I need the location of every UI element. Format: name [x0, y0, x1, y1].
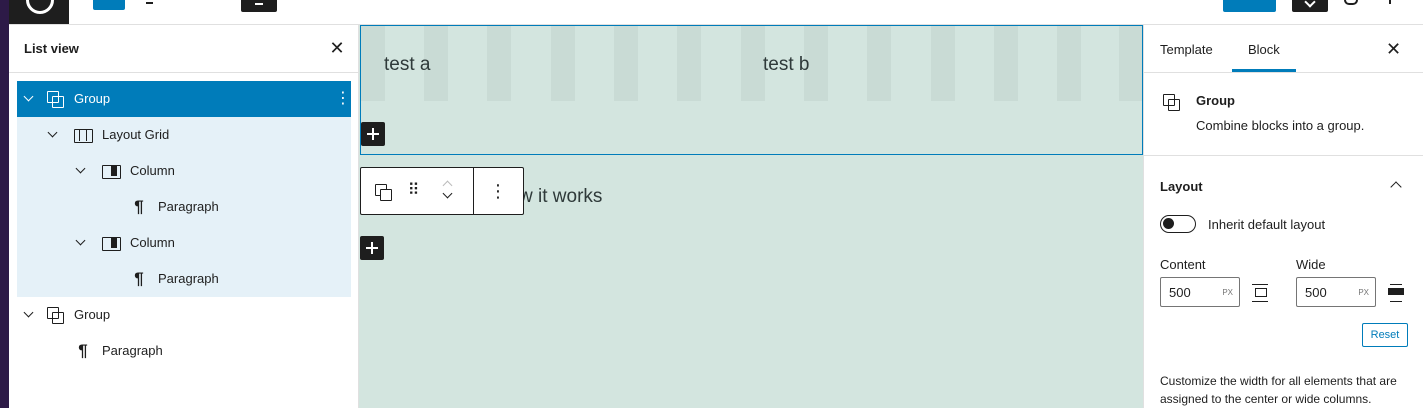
- editor-screen: List view ✕ Group ⋮ Layout Grid Column ¶: [0, 0, 1423, 408]
- layout-grid-overlay: [361, 26, 1142, 101]
- more-options-icon[interactable]: ⋮: [335, 90, 351, 108]
- chevron-up-icon[interactable]: [1390, 181, 1402, 193]
- save-button[interactable]: [1223, 0, 1276, 12]
- toolbar-divider: [473, 168, 474, 214]
- move-up-down-icon[interactable]: [436, 179, 460, 203]
- content-size-input[interactable]: 500 PX: [1160, 277, 1240, 307]
- list-item-layout-grid[interactable]: Layout Grid: [17, 117, 351, 153]
- layout-panel: Layout Inherit default layout Content 50…: [1144, 156, 1423, 406]
- list-view-tree: Group ⋮ Layout Grid Column ¶ Paragraph C…: [17, 81, 351, 369]
- close-icon[interactable]: ✕: [1386, 39, 1401, 59]
- chevron-down-icon[interactable]: [442, 188, 453, 199]
- list-item-paragraph[interactable]: ¶ Paragraph: [17, 261, 351, 297]
- block-card-title: Group: [1196, 93, 1235, 108]
- chevron-down-icon[interactable]: [22, 308, 36, 322]
- group-icon: [46, 306, 64, 324]
- list-item-label: Column: [130, 235, 175, 250]
- inherit-layout-label: Inherit default layout: [1208, 217, 1326, 232]
- close-icon[interactable]: ✕: [327, 38, 347, 58]
- content-size-value[interactable]: 500: [1169, 285, 1191, 300]
- list-view-title: List view: [24, 41, 79, 56]
- paragraph-icon: ¶: [134, 197, 144, 216]
- tools-icon[interactable]: [146, 2, 153, 4]
- layout-panel-title[interactable]: Layout: [1160, 179, 1203, 194]
- chevron-down-icon[interactable]: [74, 164, 88, 178]
- list-view-header: List view ✕: [9, 25, 358, 73]
- list-item-paragraph[interactable]: ¶ Paragraph: [17, 333, 351, 369]
- paragraph-block[interactable]: w it works: [519, 186, 602, 208]
- list-item-label: Layout Grid: [102, 127, 170, 142]
- chevron-down-icon[interactable]: [22, 92, 36, 106]
- more-options-icon[interactable]: ⋮: [486, 179, 510, 203]
- chevron-down-icon[interactable]: [46, 128, 60, 142]
- options-more-icon[interactable]: [1385, 0, 1395, 5]
- chevron-down-icon[interactable]: [74, 236, 88, 250]
- list-item-group[interactable]: Group ⋮: [17, 81, 351, 117]
- list-item-label: Group: [74, 91, 111, 106]
- editor-canvas[interactable]: test a test b w it works ⠿ ⋮: [359, 25, 1143, 408]
- column-icon: [102, 234, 121, 252]
- list-item-column[interactable]: Column: [17, 153, 351, 189]
- column-icon: [102, 162, 121, 180]
- unit-label[interactable]: PX: [1358, 288, 1369, 297]
- align-center-icon: [1252, 284, 1268, 302]
- reset-button[interactable]: Reset: [1362, 323, 1408, 347]
- block-card: Group Combine blocks into a group.: [1144, 73, 1423, 156]
- align-wide-icon: [1388, 284, 1404, 302]
- unit-label[interactable]: PX: [1222, 288, 1233, 297]
- sidebar-tabs: Template Block ✕: [1144, 25, 1423, 73]
- group-icon: [46, 90, 64, 108]
- layout-help-text: Customize the width for all elements tha…: [1160, 374, 1397, 406]
- block-inserter-toggle-button[interactable]: [93, 0, 125, 10]
- paragraph-block[interactable]: test a: [384, 54, 430, 76]
- drag-handle-icon[interactable]: ⠿: [402, 179, 426, 203]
- admin-edge: [0, 0, 9, 408]
- block-card-description: Combine blocks into a group.: [1196, 118, 1365, 133]
- content-size-label: Content: [1160, 257, 1206, 272]
- block-toolbar: ⠿ ⋮: [360, 167, 524, 215]
- layout-grid-icon: [74, 126, 93, 144]
- settings-sidebar: Template Block ✕ Group Combine blocks in…: [1143, 25, 1423, 408]
- add-block-button[interactable]: [360, 236, 384, 260]
- list-item-label: Group: [74, 307, 111, 322]
- list-item-column[interactable]: Column: [17, 225, 351, 261]
- group-icon: [1162, 93, 1180, 111]
- inherit-layout-toggle[interactable]: [1160, 215, 1196, 233]
- settings-toggle-button[interactable]: [1292, 0, 1328, 12]
- wide-size-value[interactable]: 500: [1305, 285, 1327, 300]
- list-item-paragraph[interactable]: ¶ Paragraph: [17, 189, 351, 225]
- list-item-label: Paragraph: [102, 343, 163, 358]
- wide-size-input[interactable]: 500 PX: [1296, 277, 1376, 307]
- paragraph-icon: ¶: [134, 269, 144, 288]
- paragraph-block[interactable]: test b: [763, 54, 809, 76]
- add-block-button[interactable]: [361, 122, 385, 146]
- wide-size-label: Wide: [1296, 257, 1326, 272]
- list-view-panel: List view ✕ Group ⋮ Layout Grid Column ¶: [9, 25, 359, 408]
- list-view-toggle-button[interactable]: [241, 0, 277, 12]
- tab-block[interactable]: Block: [1232, 42, 1296, 72]
- styles-icon[interactable]: [1344, 0, 1358, 5]
- selected-group-block[interactable]: test a test b: [360, 25, 1143, 155]
- list-item-label: Paragraph: [158, 271, 219, 286]
- list-item-label: Paragraph: [158, 199, 219, 214]
- editor-top-bar: [9, 0, 1423, 25]
- paragraph-icon: ¶: [78, 341, 88, 360]
- list-item-group[interactable]: Group: [17, 297, 351, 333]
- wordpress-logo-icon[interactable]: [9, 0, 69, 24]
- tab-template[interactable]: Template: [1160, 42, 1213, 57]
- list-item-label: Column: [130, 163, 175, 178]
- group-icon[interactable]: [371, 179, 395, 203]
